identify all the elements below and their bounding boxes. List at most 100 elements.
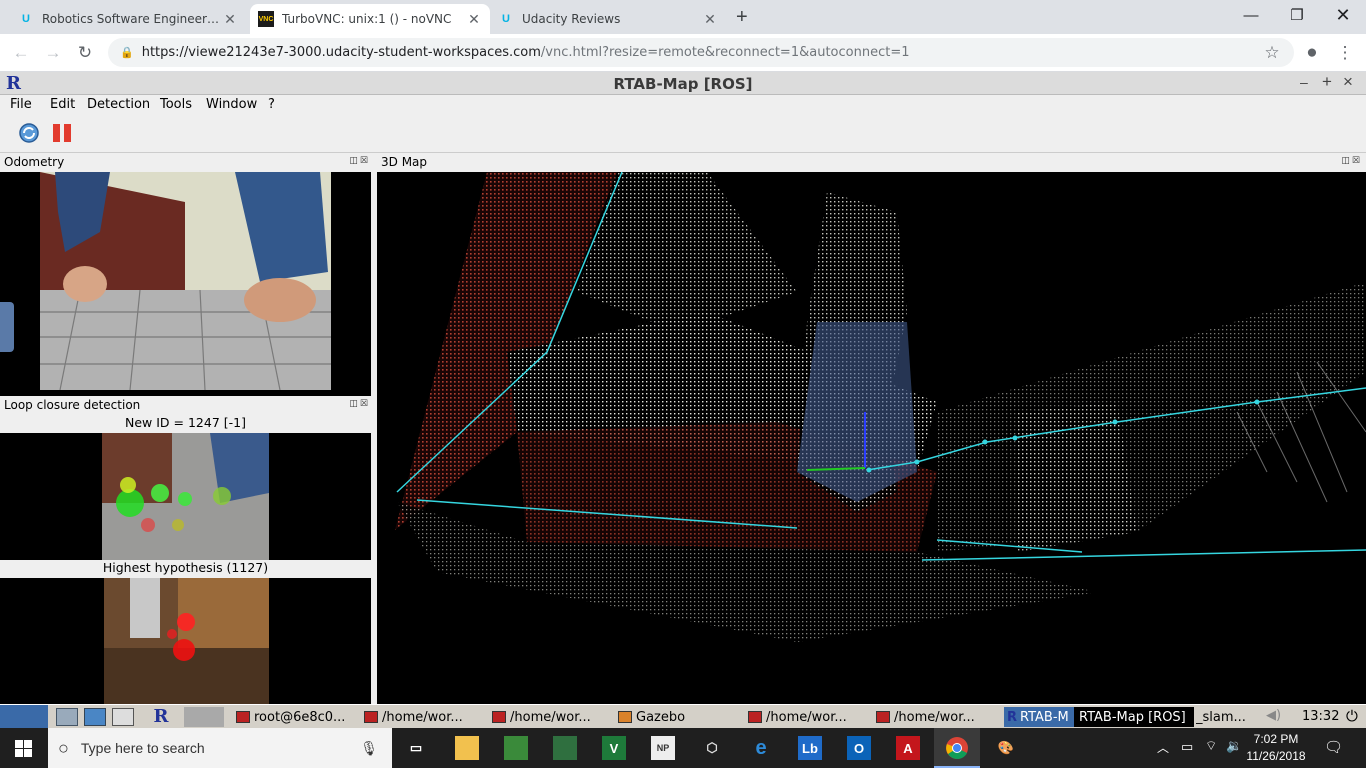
vnc-viewport[interactable]: R RTAB-Map [ROS] – + × File Edit Detecti… xyxy=(0,72,1366,728)
url-path: /vnc.html?resize=remote&reconnect=1&auto… xyxy=(540,45,910,60)
remote-launcher-icon[interactable] xyxy=(84,708,106,726)
wifi-icon[interactable]: ⌔ xyxy=(1205,738,1217,754)
remote-task-item[interactable]: /home/wor... xyxy=(876,707,996,727)
remote-start-icon[interactable] xyxy=(0,705,48,728)
outlook-icon[interactable]: O xyxy=(847,736,871,760)
menu-bar: File Edit Detection Tools Window ? xyxy=(0,95,1366,115)
tab-title: TurboVNC: unix:1 () - noVNC xyxy=(282,12,452,26)
close-icon[interactable]: ✕ xyxy=(702,11,718,28)
dock-float-close-icons[interactable]: ◫☒ xyxy=(349,156,370,166)
taskbar-search-box[interactable]: ○ Type here to search 🎙 xyxy=(48,728,392,768)
power-icon[interactable]: ⏻ xyxy=(1346,707,1358,725)
close-window-button[interactable]: ✕ xyxy=(1320,0,1366,30)
clock-date: 11/26/2018 xyxy=(1246,749,1306,763)
url-input[interactable]: 🔒 https://viewe21243e7-3000.udacity-stud… xyxy=(108,38,1294,67)
menu-kebab-icon[interactable]: ⋮ xyxy=(1332,40,1358,66)
acrobat-icon[interactable]: A xyxy=(896,736,920,760)
remote-task-item[interactable]: /home/wor... xyxy=(748,707,868,727)
odometry-view xyxy=(0,172,371,390)
remote-task-item-active[interactable]: RTAB-Map [ROS] xyxy=(1074,707,1194,727)
task-label: /home/wor... xyxy=(766,709,847,725)
remote-task-item[interactable]: /home/wor... xyxy=(492,707,612,727)
terminal-icon xyxy=(492,711,506,723)
remote-task-item[interactable]: R RTAB-M xyxy=(1004,707,1074,727)
remote-launcher-icon[interactable] xyxy=(112,708,134,726)
tab-udacity-reviews[interactable]: U Udacity Reviews ✕ xyxy=(490,4,726,34)
menu-detection[interactable]: Detection xyxy=(87,97,150,112)
browser-tab-strip: U Robotics Software Engineer - Uda ✕ VNC… xyxy=(0,0,1366,34)
remote-clock: 13:32 xyxy=(1302,709,1340,724)
new-id-label: New ID = 1247 [-1] xyxy=(0,415,371,433)
lb-app-icon[interactable]: Lb xyxy=(798,736,822,760)
dock-loop-title: Loop closure detection ◫☒ xyxy=(0,396,374,415)
pause-icon[interactable] xyxy=(52,123,72,143)
file-explorer-icon[interactable] xyxy=(455,736,479,760)
remote-launcher-icon[interactable] xyxy=(56,708,78,726)
close-button[interactable]: × xyxy=(1343,72,1353,92)
close-icon[interactable]: ✕ xyxy=(222,11,238,28)
dock-float-close-icons[interactable]: ◫☒ xyxy=(349,399,370,409)
refresh-icon[interactable] xyxy=(18,122,40,144)
tab-robotics[interactable]: U Robotics Software Engineer - Uda ✕ xyxy=(10,4,246,34)
paint-icon[interactable]: 🎨 xyxy=(994,736,1018,760)
menu-edit[interactable]: Edit xyxy=(50,97,75,112)
windows-taskbar: ○ Type here to search 🎙 ▭ V NP ⬡ e Lb O … xyxy=(0,728,1366,768)
3d-map-view[interactable] xyxy=(377,172,1366,704)
terminal-icon xyxy=(364,711,378,723)
cube-icon[interactable]: ⬡ xyxy=(700,736,724,760)
rtabmap-titlebar: R RTAB-Map [ROS] – + × xyxy=(0,72,1366,95)
search-icon: ○ xyxy=(58,737,69,758)
task-label: RTAB-Map [ROS] xyxy=(1079,709,1186,725)
remote-rtabmap-launcher[interactable]: R xyxy=(146,706,176,728)
remote-task-item[interactable]: _slam... xyxy=(1196,707,1258,727)
restore-button[interactable]: ❐ xyxy=(1274,0,1320,30)
dock-odometry-title: Odometry ◫☒ xyxy=(0,153,374,172)
highest-hypothesis-label: Highest hypothesis (1127) xyxy=(0,560,371,578)
close-icon[interactable]: ✕ xyxy=(466,11,482,28)
microphone-icon[interactable]: 🎙 xyxy=(360,740,378,757)
remote-task-item[interactable]: Gazebo xyxy=(618,707,738,727)
vnc-icon: VNC xyxy=(258,11,274,27)
task-label: Gazebo xyxy=(636,709,686,725)
tab-turbovnc[interactable]: VNC TurboVNC: unix:1 () - noVNC ✕ xyxy=(250,4,490,34)
taskbar-clock[interactable]: 7:02 PM 11/26/2018 xyxy=(1240,731,1312,765)
rtabmap-icon: R xyxy=(1007,709,1018,725)
reload-button[interactable]: ↻ xyxy=(72,40,98,66)
remote-task-item[interactable]: /home/wor... xyxy=(364,707,484,727)
task-view-icon[interactable]: ▭ xyxy=(404,736,428,760)
gazebo-icon xyxy=(618,711,632,723)
notepadpp-icon[interactable]: NP xyxy=(651,736,675,760)
dock-float-close-icons[interactable]: ◫☒ xyxy=(1341,156,1362,166)
forward-button[interactable]: → xyxy=(40,40,66,66)
windows-start-icon[interactable] xyxy=(15,740,32,757)
chevron-up-icon[interactable]: ︿ xyxy=(1157,739,1169,756)
notifications-icon[interactable]: 🗨 xyxy=(1324,738,1343,756)
menu-help[interactable]: ? xyxy=(268,97,275,112)
battery-icon[interactable]: ▭ xyxy=(1181,739,1193,755)
new-tab-button[interactable]: + xyxy=(736,6,748,29)
task-label: /home/wor... xyxy=(382,709,463,725)
maximize-button[interactable]: + xyxy=(1322,72,1332,92)
bookmark-star-icon[interactable]: ☆ xyxy=(1259,40,1285,66)
menu-window[interactable]: Window xyxy=(206,97,257,112)
internet-explorer-icon[interactable]: e xyxy=(749,736,773,760)
menu-tools[interactable]: Tools xyxy=(160,97,192,112)
volume-icon[interactable]: ◀) xyxy=(1266,708,1281,723)
menu-file[interactable]: File xyxy=(10,97,32,112)
chrome-icon[interactable] xyxy=(945,736,969,760)
udacity-icon: U xyxy=(22,13,30,25)
minimize-button[interactable]: – xyxy=(1300,74,1308,90)
side-handle[interactable] xyxy=(0,302,14,352)
visio-icon[interactable]: V xyxy=(602,736,626,760)
task-label: root@6e8c0... xyxy=(254,709,346,725)
chart-app-icon[interactable] xyxy=(504,736,528,760)
terminal-icon xyxy=(748,711,762,723)
dock-label: 3D Map xyxy=(381,155,428,169)
remote-workspace-pager[interactable] xyxy=(184,707,224,727)
tab-title: Robotics Software Engineer - Uda xyxy=(42,12,222,26)
back-button[interactable]: ← xyxy=(8,40,34,66)
remote-task-item[interactable]: root@6e8c0... xyxy=(236,707,356,727)
profile-icon[interactable]: ● xyxy=(1299,40,1325,66)
minimize-button[interactable]: — xyxy=(1228,0,1274,30)
terminal-app-icon[interactable] xyxy=(553,736,577,760)
